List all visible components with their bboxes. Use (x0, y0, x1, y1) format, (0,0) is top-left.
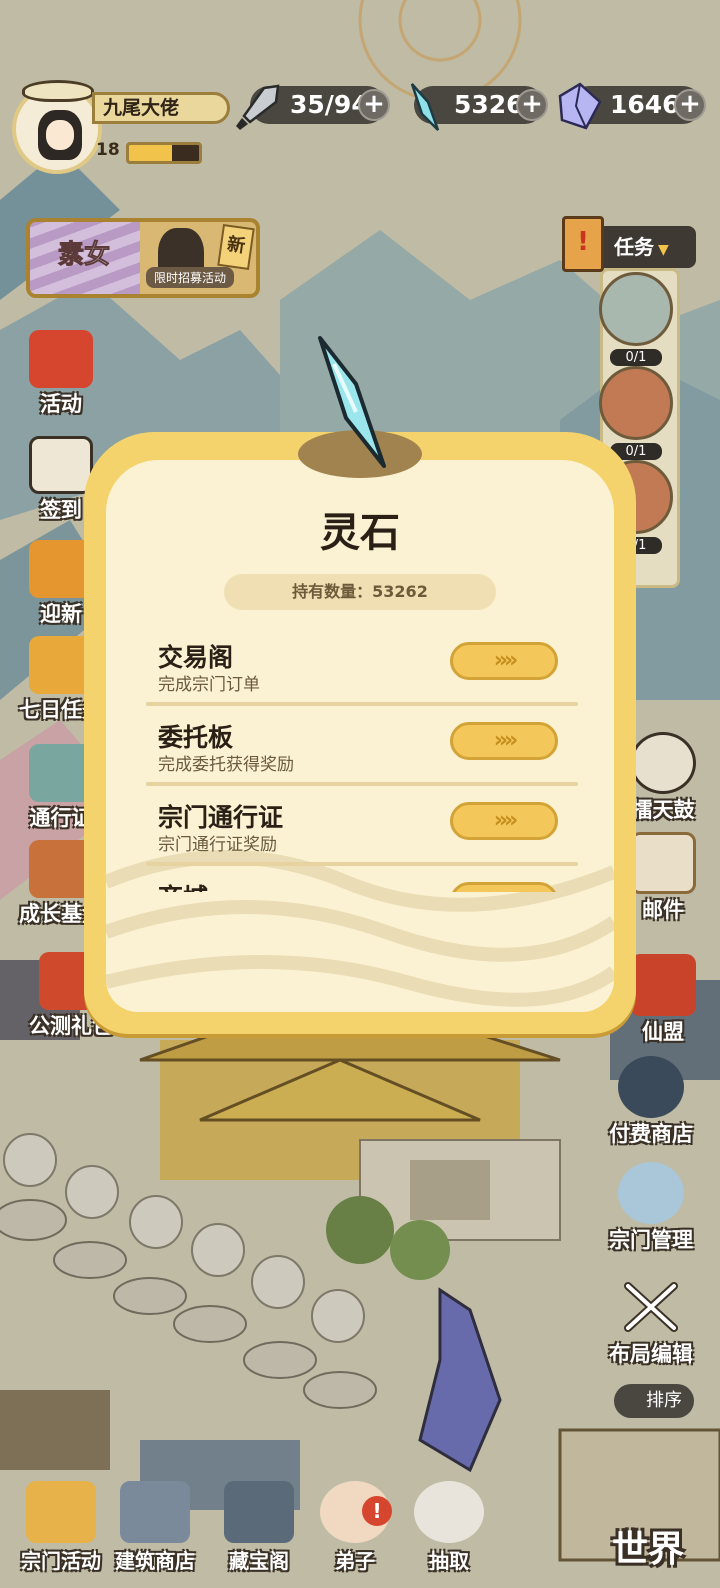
source-desc: 宗门通行证奖励 (158, 835, 277, 855)
nav-treasure-hall-label: 藏宝阁 (229, 1549, 289, 1573)
add-spirit-stone-button[interactable]: + (516, 89, 548, 121)
source-desc: 完成委托获得奖励 (158, 755, 294, 775)
menu-activity[interactable]: 活动 (6, 330, 116, 418)
source-name: 宗门通行证 (158, 803, 284, 832)
source-row: 商城 »» (146, 870, 578, 892)
nav-draw-label: 抽取 (429, 1549, 469, 1573)
source-desc: 完成宗门订单 (158, 675, 260, 695)
event-card-title: 素女 (57, 240, 111, 271)
layout-edit-icon (618, 1276, 684, 1338)
go-button[interactable]: »» (450, 722, 558, 760)
paid-shop-icon (618, 1056, 684, 1118)
event-card-subtitle: 限时招募活动 (145, 267, 234, 288)
mail-icon (630, 832, 696, 894)
nav-treasure-hall[interactable]: 藏宝阁 (204, 1481, 314, 1574)
stamina-value: 35/94 (290, 90, 369, 119)
task-header-label: 任务 (614, 235, 654, 259)
source-row: 宗门通行证 宗门通行证奖励 »» (146, 790, 578, 870)
add-diamond-button[interactable]: + (674, 89, 706, 121)
sort-label: 排序 (646, 1390, 682, 1411)
spirit-stone-icon (410, 83, 440, 131)
spirit-stone-large-icon (318, 336, 386, 468)
go-button[interactable]: »» (450, 882, 558, 892)
menu-sect-manage[interactable]: 宗门管理 (596, 1162, 706, 1254)
double-chevron-right-icon: »» (494, 888, 519, 892)
diamond-value: 1646 (610, 90, 680, 119)
menu-paid-shop-label: 付费商店 (609, 1122, 693, 1146)
drum-icon (630, 732, 696, 794)
menu-sect-manage-label: 宗门管理 (609, 1228, 693, 1252)
exp-bar-fill (129, 145, 173, 161)
treasure-hall-icon (224, 1481, 294, 1543)
alliance-icon (630, 954, 696, 1016)
nav-draw[interactable]: 抽取 (394, 1481, 504, 1574)
menu-alliance-label: 仙盟 (642, 1020, 684, 1044)
nav-building-shop-label: 建筑商店 (115, 1549, 195, 1573)
source-row: 交易阁 完成宗门订单 »» (146, 630, 578, 710)
source-name: 交易阁 (158, 643, 234, 672)
menu-layout-edit[interactable]: 布局编辑 (596, 1276, 706, 1368)
alert-badge: ! (362, 1496, 392, 1526)
building-shop-icon (120, 1481, 190, 1543)
task-book-icon: ! (562, 216, 604, 272)
source-name: 委托板 (158, 723, 234, 752)
menu-activity-label: 活动 (40, 392, 82, 416)
recruit-event-card[interactable]: 素女 限时招募活动 新 (26, 218, 260, 298)
source-list: 交易阁 完成宗门订单 »» 委托板 完成委托获得奖励 »» 宗门通行证 宗门通行… (146, 630, 578, 892)
double-chevron-right-icon: »» (493, 808, 519, 833)
nav-building-shop[interactable]: 建筑商店 (100, 1481, 210, 1574)
sect-manage-icon (618, 1162, 684, 1224)
building-task-icon (599, 272, 673, 346)
menu-layout-edit-label: 布局编辑 (609, 1342, 693, 1366)
task-header-button[interactable]: ! 任务 ▼ (562, 216, 696, 272)
sort-button[interactable]: 排序 (614, 1384, 694, 1418)
new-tag: 新 (217, 223, 255, 271)
exp-bar (126, 142, 202, 164)
spirit-stone-resource: 53262 + (410, 83, 548, 131)
sword-task-icon (599, 366, 673, 440)
double-chevron-right-icon: »» (493, 728, 519, 753)
double-chevron-right-icon: »» (493, 648, 519, 673)
player-name: 九尾大佬 (92, 92, 230, 124)
task-progress: 0/1 (609, 349, 663, 366)
sect-event-icon (26, 1481, 96, 1543)
add-stamina-button[interactable]: + (358, 89, 390, 121)
go-button[interactable]: »» (450, 642, 558, 680)
draw-icon (414, 1481, 484, 1543)
caret-down-icon: ▼ (658, 242, 669, 258)
straw-hat-icon (22, 80, 94, 102)
menu-paid-shop[interactable]: 付费商店 (596, 1056, 706, 1148)
sign-in-icon (29, 436, 93, 494)
modal-title: 灵石 (320, 510, 400, 556)
sword-stamina-icon (236, 84, 280, 130)
diamond-resource: 1646 + (558, 82, 706, 130)
activity-banner-icon (29, 330, 93, 388)
source-row: 委托板 完成委托获得奖励 »» (146, 710, 578, 790)
go-button[interactable]: »» (450, 802, 558, 840)
stamina-resource: 35/94 + (236, 84, 390, 130)
diamond-icon (558, 82, 602, 130)
task-item[interactable]: 0/1 (596, 272, 676, 366)
player-avatar[interactable] (12, 80, 102, 174)
source-name: 商城 (158, 878, 208, 892)
player-level: 18 (96, 140, 120, 160)
world-button[interactable]: 世界 (612, 1520, 684, 1572)
hold-count: 持有数量：53262 (224, 574, 496, 610)
